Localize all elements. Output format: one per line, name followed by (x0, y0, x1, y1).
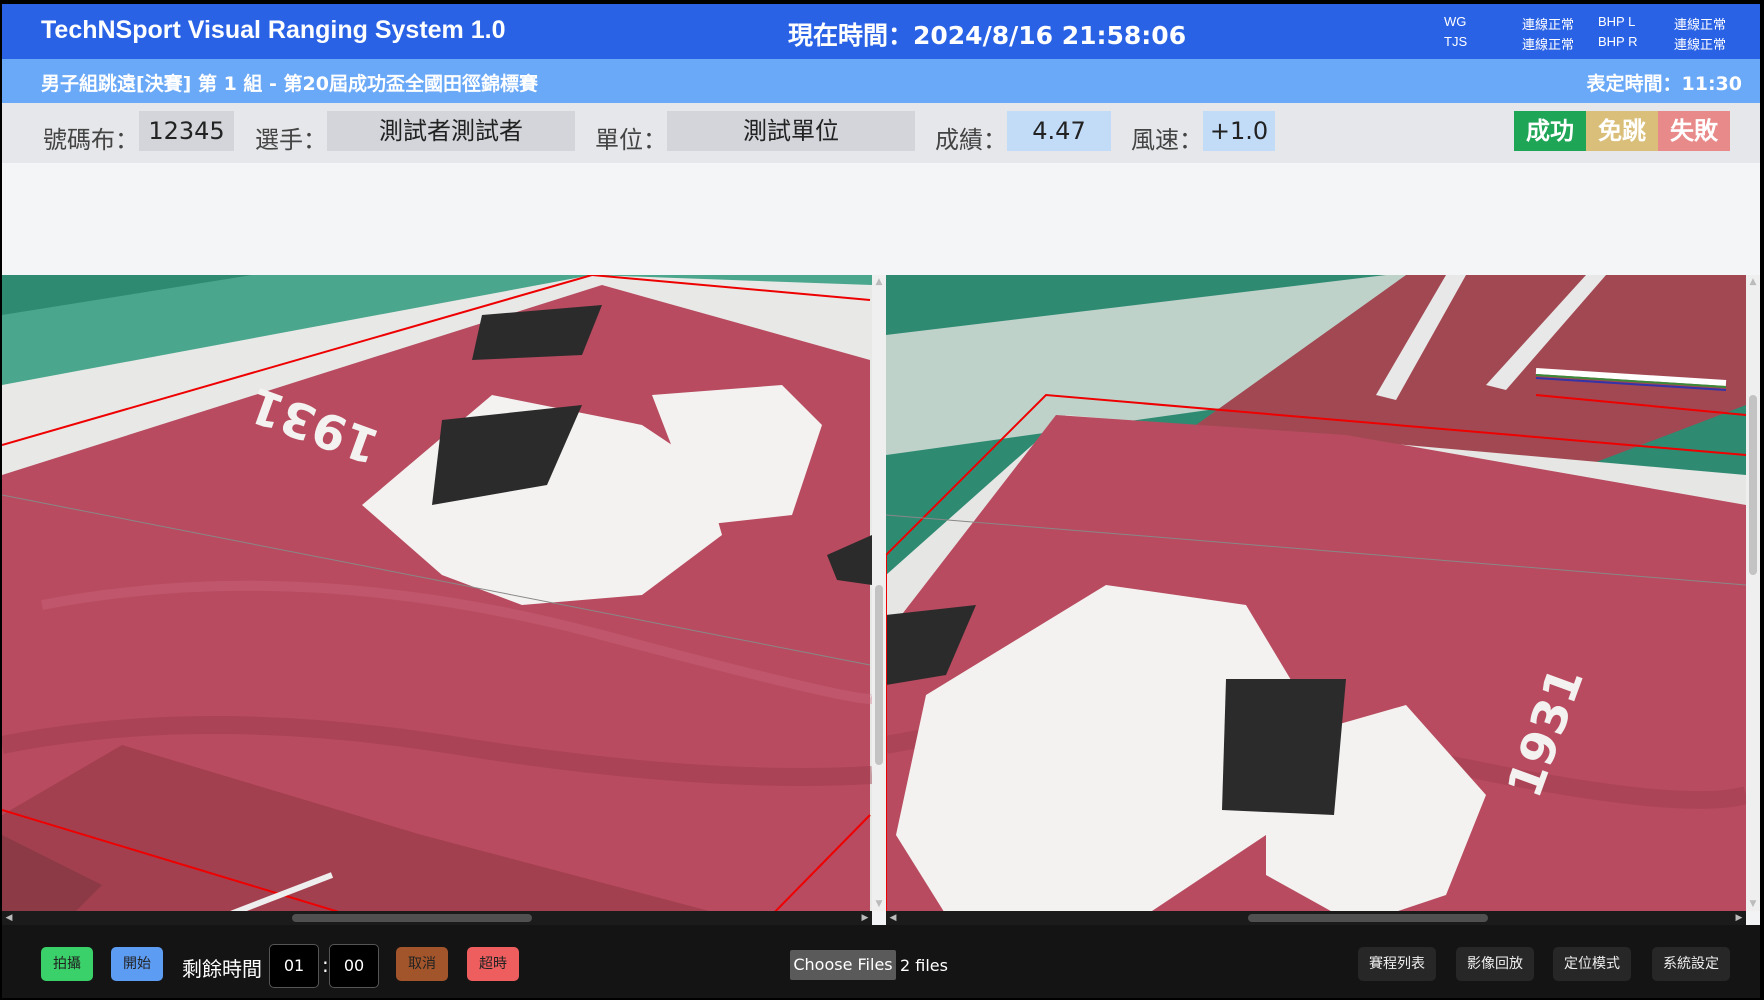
skip-button[interactable]: 免跳 (1586, 111, 1658, 151)
status-state-bhpr: 連線正常 (1674, 37, 1727, 52)
right-horizontal-scrollbar[interactable]: ◀ ▶ (886, 911, 1746, 925)
schedule-button[interactable]: 賽程列表 (1358, 947, 1436, 981)
status-name-tjs: TJS (1444, 34, 1468, 49)
status-name-bhpl: BHP L (1598, 14, 1636, 29)
scroll-left-arrow-icon[interactable]: ◀ (886, 911, 900, 925)
current-time: 現在時間：2024/8/16 21:58:06 (788, 21, 1187, 50)
unit-label: 單位： (595, 126, 667, 154)
scroll-right-arrow-icon[interactable]: ▶ (858, 911, 872, 925)
event-bar: 男子組跳遠[決賽] 第 1 組 - 第20屆成功盃全國田徑錦標賽 表定時間：11… (2, 59, 1760, 103)
time-separator: : (322, 953, 329, 977)
scroll-right-arrow-icon[interactable]: ▶ (1732, 911, 1746, 925)
left-hscroll-thumb[interactable] (292, 914, 532, 922)
fail-button[interactable]: 失敗 (1658, 111, 1730, 151)
left-vscroll-thumb[interactable] (875, 585, 883, 765)
playback-button[interactable]: 影像回放 (1456, 947, 1534, 981)
success-button[interactable]: 成功 (1514, 111, 1586, 151)
unit-value: 測試單位 (667, 111, 915, 151)
status-name-bhpr: BHP R (1598, 34, 1638, 49)
right-camera-image: 1931 (886, 275, 1746, 925)
seconds-input[interactable]: 00 (329, 944, 379, 988)
athlete-info-row: 號碼布： 12345 選手： 測試者測試者 單位： 測試單位 成績： 4.47 … (2, 103, 1760, 163)
settings-button[interactable]: 系統設定 (1652, 947, 1730, 981)
bib-value: 12345 (139, 111, 234, 151)
app-title: TechNSport Visual Ranging System 1.0 (41, 16, 506, 44)
status-state-tjs: 連線正常 (1522, 37, 1575, 52)
athlete-name: 測試者測試者 (327, 111, 575, 151)
locate-mode-button[interactable]: 定位模式 (1553, 947, 1631, 981)
wind-label: 風速： (1131, 126, 1203, 154)
remaining-time-label: 剩餘時間 (182, 957, 262, 981)
right-camera-view[interactable]: 1931 (886, 275, 1746, 925)
status-state-wg: 連線正常 (1522, 17, 1575, 32)
cancel-button[interactable]: 取消 (396, 947, 448, 981)
empty-area (2, 163, 1760, 275)
minutes-input[interactable]: 01 (269, 944, 319, 988)
bib-label: 號碼布： (43, 126, 139, 154)
scroll-up-arrow-icon[interactable]: ▲ (1746, 275, 1760, 289)
result-value: 4.47 (1007, 111, 1111, 151)
left-horizontal-scrollbar[interactable]: ◀ ▶ (2, 911, 872, 925)
athlete-label: 選手： (255, 126, 327, 154)
start-button[interactable]: 開始 (111, 947, 163, 981)
right-vscroll-thumb[interactable] (1749, 395, 1757, 575)
scroll-up-arrow-icon[interactable]: ▲ (872, 275, 886, 289)
left-camera-image: 1931 (2, 275, 872, 925)
wind-value: +1.0 (1203, 111, 1275, 151)
scroll-down-arrow-icon[interactable]: ▼ (872, 897, 886, 911)
files-status: 2 files (900, 956, 948, 975)
left-vertical-scrollbar[interactable]: ▲ ▼ (872, 275, 886, 911)
status-state-bhpl: 連線正常 (1674, 17, 1727, 32)
app-window: TechNSport Visual Ranging System 1.0 現在時… (2, 4, 1760, 998)
scheduled-time: 表定時間：11:30 (1586, 73, 1742, 95)
right-vertical-scrollbar[interactable]: ▲ ▼ (1746, 275, 1760, 911)
overtime-button[interactable]: 超時 (467, 947, 519, 981)
status-name-wg: WG (1444, 14, 1467, 29)
footer-toolbar: 拍攝 開始 剩餘時間 01 : 00 取消 超時 Choose Files 2 … (2, 925, 1760, 998)
choose-files-button[interactable]: Choose Files (790, 950, 896, 980)
scroll-down-arrow-icon[interactable]: ▼ (1746, 897, 1760, 911)
left-camera-view[interactable]: 1931 (2, 275, 872, 925)
capture-button[interactable]: 拍攝 (41, 947, 93, 981)
top-header: TechNSport Visual Ranging System 1.0 現在時… (2, 4, 1760, 59)
result-label: 成績： (935, 126, 1007, 154)
scroll-left-arrow-icon[interactable]: ◀ (2, 911, 16, 925)
right-hscroll-thumb[interactable] (1248, 914, 1488, 922)
event-name: 男子組跳遠[決賽] 第 1 組 - 第20屆成功盃全國田徑錦標賽 (41, 73, 538, 95)
